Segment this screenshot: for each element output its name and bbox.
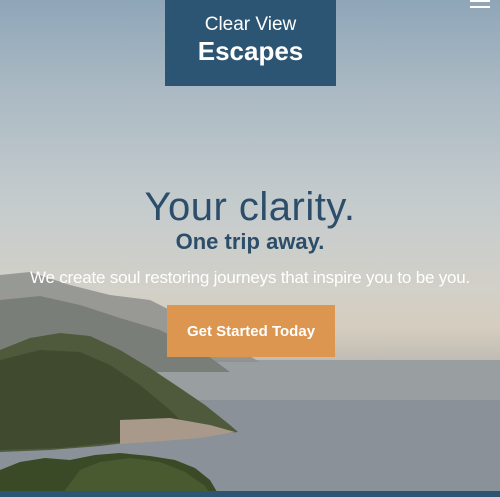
- bottom-section-edge: [0, 491, 500, 497]
- hamburger-menu-icon[interactable]: [470, 0, 490, 12]
- menu-bar: [470, 0, 490, 2]
- brand-name-line2: Escapes: [197, 36, 304, 66]
- hero-headline: Your clarity.: [144, 185, 356, 229]
- hero-subheadline: One trip away.: [175, 229, 325, 254]
- brand-logo[interactable]: Clear View Escapes: [165, 0, 336, 86]
- hero-tagline: We create soul restoring journeys that i…: [29, 268, 471, 287]
- brand-name-line1: Clear View: [204, 14, 297, 35]
- get-started-button[interactable]: Get Started Today: [167, 305, 335, 357]
- menu-bar: [470, 6, 490, 8]
